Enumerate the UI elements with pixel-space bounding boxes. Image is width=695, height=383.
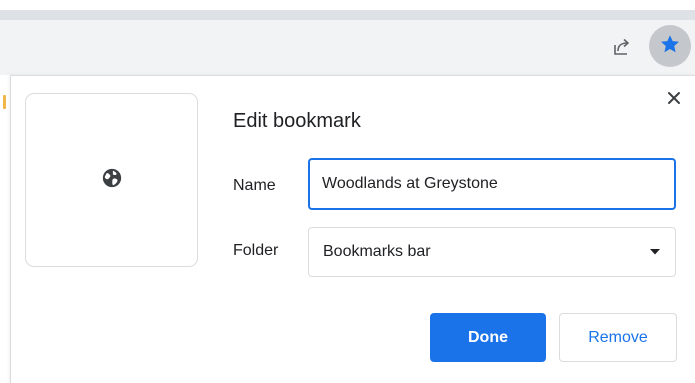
dropdown-arrow-icon — [649, 243, 661, 261]
close-icon — [667, 91, 681, 110]
globe-icon — [101, 167, 123, 194]
page-content-mark — [3, 95, 6, 109]
name-input[interactable] — [308, 158, 676, 210]
share-button[interactable] — [607, 35, 637, 63]
browser-toolbar — [0, 20, 695, 75]
folder-selected-value: Bookmarks bar — [323, 243, 431, 260]
edit-bookmark-dialog: Edit bookmark Name Folder Bookmarks bar … — [10, 75, 695, 383]
window-top — [0, 0, 695, 10]
star-filled-icon — [659, 33, 681, 60]
name-label: Name — [233, 177, 276, 194]
tab-strip — [0, 10, 695, 20]
folder-label: Folder — [233, 242, 279, 259]
bookmark-thumbnail — [25, 93, 198, 267]
share-icon — [611, 36, 633, 63]
done-button[interactable]: Done — [430, 313, 546, 362]
remove-button[interactable]: Remove — [559, 313, 677, 362]
dialog-title: Edit bookmark — [233, 110, 361, 132]
bookmark-star-button[interactable] — [649, 25, 691, 67]
folder-dropdown[interactable]: Bookmarks bar — [308, 227, 676, 277]
page-content-edge — [0, 75, 10, 383]
close-button[interactable] — [662, 88, 686, 112]
